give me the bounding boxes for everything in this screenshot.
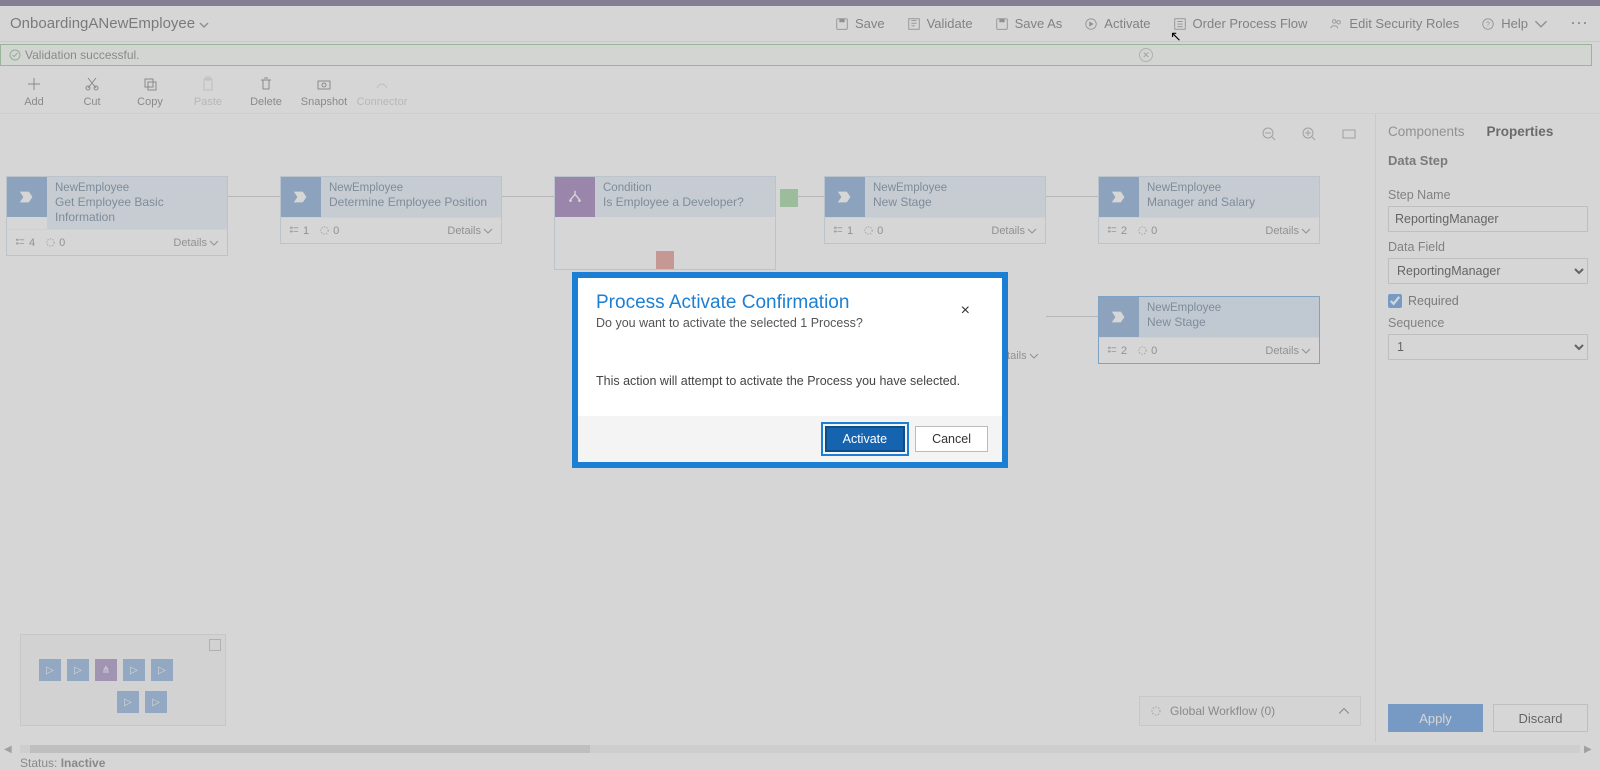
confirm-dialog: Process Activate Confirmation Do you wan… [572,272,1008,468]
dialog-subtitle: Do you want to activate the selected 1 P… [596,316,984,330]
dialog-title: Process Activate Confirmation [596,292,984,314]
dialog-cancel-button[interactable]: Cancel [915,426,988,452]
dialog-body: This action will attempt to activate the… [596,374,984,388]
dialog-close-icon[interactable]: × [961,302,970,320]
dialog-activate-button[interactable]: Activate [825,426,905,452]
modal-overlay: Process Activate Confirmation Do you wan… [0,0,1600,770]
